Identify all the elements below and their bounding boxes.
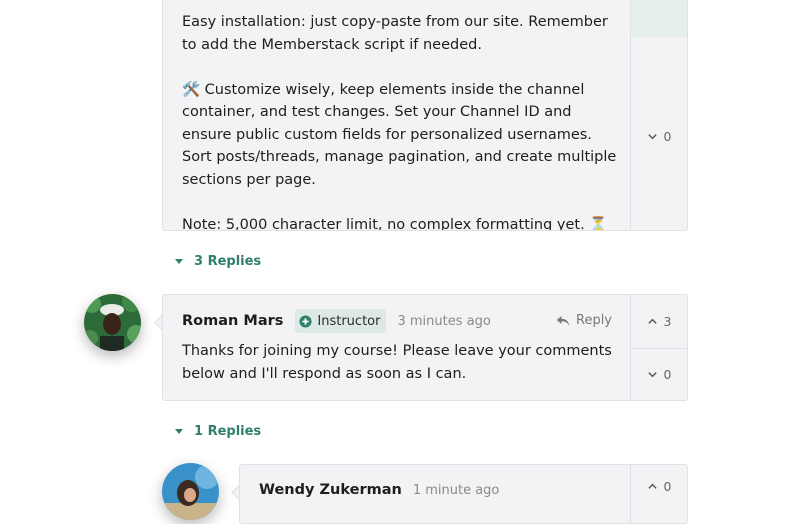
upvote-button[interactable]: 3 <box>631 311 687 331</box>
replies-toggle[interactable]: 1 Replies <box>175 424 261 439</box>
reply-label: Reply <box>576 313 613 328</box>
vote-divider <box>631 348 687 349</box>
avatar <box>84 294 141 351</box>
comment-timestamp: 3 minutes ago <box>397 313 491 329</box>
comment-paragraph: Thanks for joining my course! Please lea… <box>182 343 612 382</box>
downvote-count: 0 <box>663 128 672 144</box>
chevron-up-icon <box>647 318 657 324</box>
comment-card-wendy: Wendy Zukerman 1 minute ago 0 <box>239 464 688 524</box>
comment-paragraph: Easy installation: just copy-paste from … <box>182 14 608 53</box>
reply-button[interactable]: Reply <box>556 313 612 328</box>
instructor-plus-icon <box>299 314 312 328</box>
comment-body: Easy installation: just copy-paste from … <box>182 11 622 231</box>
comment-paragraph: Note: 5,000 character limit, no complex … <box>182 216 608 231</box>
comment-card-roman: Roman Mars Instructor 3 minutes ago Repl… <box>162 294 688 401</box>
chevron-down-icon <box>647 371 657 377</box>
chevron-down-icon <box>647 133 657 139</box>
instructor-badge: Instructor <box>295 309 387 333</box>
replies-toggle[interactable]: 3 Replies <box>175 254 261 269</box>
downvote-button[interactable]: 0 <box>631 126 687 146</box>
upvote-button[interactable]: 0 <box>631 476 687 496</box>
upvote-area[interactable] <box>631 0 687 37</box>
badge-label: Instructor <box>317 313 381 329</box>
downvote-count: 0 <box>663 366 672 382</box>
vote-column: 0 <box>630 465 687 523</box>
avatar <box>162 463 219 520</box>
comment-header: Wendy Zukerman 1 minute ago <box>259 482 499 498</box>
replies-count-label: 1 Replies <box>194 424 262 439</box>
comment-header: Roman Mars Instructor 3 minutes ago <box>182 309 491 333</box>
vote-column: 0 <box>630 0 687 230</box>
comment-timestamp: 1 minute ago <box>412 482 500 498</box>
replies-count-label: 3 Replies <box>194 254 262 269</box>
vote-column: 3 0 <box>630 295 687 400</box>
author-name[interactable]: Roman Mars <box>182 313 283 329</box>
reply-arrow-icon <box>556 315 570 326</box>
downvote-button[interactable]: 0 <box>631 364 687 384</box>
caret-down-icon <box>175 259 183 264</box>
comment-body: Thanks for joining my course! Please lea… <box>182 340 622 385</box>
caret-down-icon <box>175 429 183 434</box>
comment-card-top: Easy installation: just copy-paste from … <box>162 0 688 231</box>
author-name[interactable]: Wendy Zukerman <box>259 482 402 498</box>
upvote-count: 0 <box>663 478 672 494</box>
chevron-up-icon <box>647 483 657 489</box>
comment-paragraph: 🛠️ Customize wisely, keep elements insid… <box>182 81 617 188</box>
upvote-count: 3 <box>663 313 672 329</box>
